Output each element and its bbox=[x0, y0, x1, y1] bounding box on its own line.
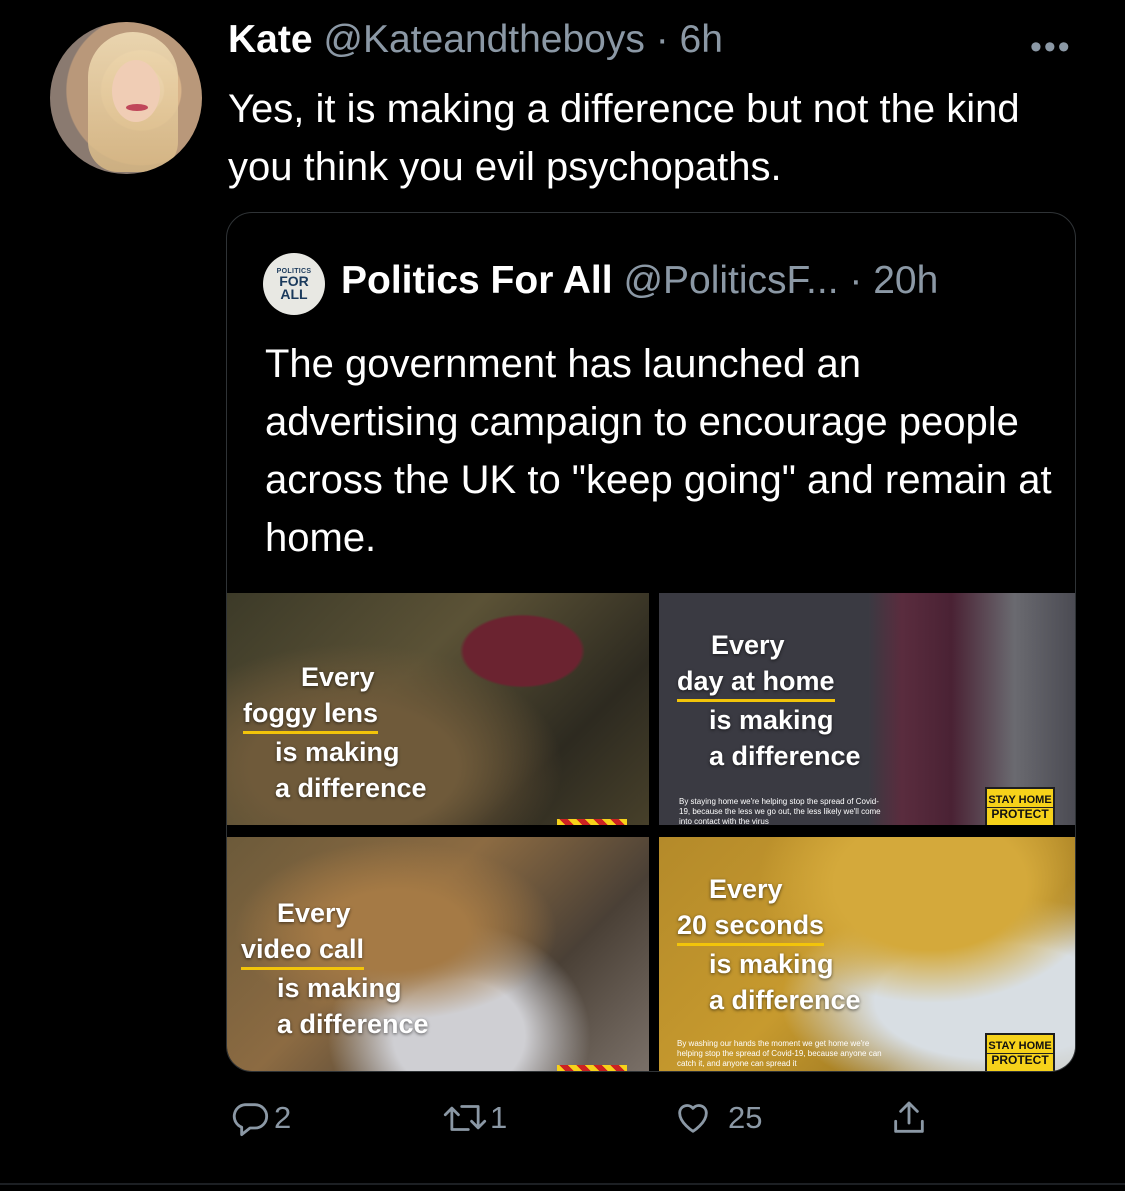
caption-line: a difference bbox=[709, 741, 861, 771]
badge-line: STAY HOME bbox=[988, 793, 1052, 806]
badge-line: PROTECT bbox=[987, 806, 1053, 821]
share-icon bbox=[894, 1101, 924, 1133]
quoted-author-handle: @PoliticsF... bbox=[623, 259, 839, 302]
caption-line: a difference bbox=[709, 985, 861, 1015]
image-fine-print: By staying home we're helping stop the s… bbox=[679, 797, 881, 825]
caption-line: is making bbox=[277, 973, 402, 1003]
caption-line: Every bbox=[711, 630, 785, 660]
image-caption: Every video call is making a difference bbox=[241, 895, 429, 1042]
quoted-tweet[interactable]: POLITICS FOR ALL Politics For All @Polit… bbox=[226, 212, 1076, 1072]
caption-line: is making bbox=[275, 737, 400, 767]
user-avatar[interactable] bbox=[50, 22, 202, 174]
image-caption: Every foggy lens is making a difference bbox=[243, 659, 427, 806]
hazard-stripe bbox=[557, 1065, 627, 1071]
badge-line: PROTECT bbox=[987, 1052, 1053, 1067]
retweet-button[interactable]: 1 bbox=[442, 1098, 507, 1138]
caption-line: Every bbox=[301, 662, 375, 692]
image-grid: Every foggy lens is making a difference … bbox=[227, 593, 1075, 1071]
reply-button[interactable]: 2 bbox=[230, 1098, 291, 1138]
caption-line: is making bbox=[709, 705, 834, 735]
like-button[interactable]: 25 bbox=[672, 1098, 762, 1138]
tweet-time[interactable]: · 6h bbox=[656, 18, 723, 61]
caption-line-highlight: day at home bbox=[677, 663, 835, 702]
caption-line-highlight: foggy lens bbox=[243, 695, 379, 734]
quoted-time: · 20h bbox=[849, 259, 939, 302]
author-handle[interactable]: @Kateandtheboys bbox=[323, 18, 644, 61]
like-icon bbox=[678, 1104, 708, 1133]
caption-line: a difference bbox=[275, 773, 427, 803]
quoted-avatar[interactable]: POLITICS FOR ALL bbox=[263, 253, 325, 315]
reply-icon bbox=[232, 1103, 268, 1137]
caption-line: is making bbox=[709, 949, 834, 979]
caption-line: Every bbox=[709, 874, 783, 904]
tweet-actions: 2 1 25 bbox=[228, 1098, 948, 1148]
caption-line: Every bbox=[277, 898, 351, 928]
quoted-author-name: Politics For All bbox=[341, 259, 613, 302]
tweet-header: Kate @Kateandtheboys · 6h bbox=[228, 18, 723, 62]
caption-line: a difference bbox=[277, 1009, 429, 1039]
avatar-face bbox=[112, 60, 160, 122]
quoted-header: Politics For All @PoliticsF... · 20h bbox=[341, 259, 938, 303]
image-fine-print: By washing our hands the moment we get h… bbox=[677, 1039, 882, 1068]
caption-line-highlight: video call bbox=[241, 931, 365, 970]
badge-line: STAY HOME bbox=[988, 1039, 1052, 1052]
share-button[interactable] bbox=[888, 1098, 930, 1138]
author-name[interactable]: Kate bbox=[228, 18, 313, 61]
quoted-text: The government has launched an advertisi… bbox=[265, 342, 1052, 560]
divider bbox=[0, 1183, 1125, 1185]
reply-count: 2 bbox=[274, 1100, 292, 1135]
retweet-count: 1 bbox=[490, 1100, 508, 1135]
more-icon[interactable]: ••• bbox=[1030, 28, 1072, 67]
retweet-icon bbox=[443, 1105, 487, 1131]
avatar-text-all: ALL bbox=[280, 285, 308, 302]
caption-line-highlight: 20 seconds bbox=[677, 907, 825, 946]
stay-home-badge: STAY HOME PROTECT bbox=[985, 1033, 1055, 1071]
avatar-lips bbox=[126, 104, 148, 111]
image-caption: Every 20 seconds is making a difference bbox=[677, 871, 861, 1018]
stay-home-badge: STAY HOME PROTECT bbox=[985, 787, 1055, 825]
hazard-stripe bbox=[557, 819, 627, 825]
campaign-image-day-at-home[interactable]: Every day at home is making a difference… bbox=[659, 593, 1075, 825]
campaign-image-20-seconds[interactable]: Every 20 seconds is making a difference … bbox=[659, 837, 1075, 1071]
campaign-image-foggy-lens[interactable]: Every foggy lens is making a difference bbox=[227, 593, 649, 825]
campaign-image-video-call[interactable]: Every video call is making a difference bbox=[227, 837, 649, 1071]
image-caption: Every day at home is making a difference bbox=[677, 627, 861, 774]
like-count: 25 bbox=[728, 1100, 763, 1135]
tweet-text: Yes, it is making a difference but not t… bbox=[228, 87, 1020, 189]
